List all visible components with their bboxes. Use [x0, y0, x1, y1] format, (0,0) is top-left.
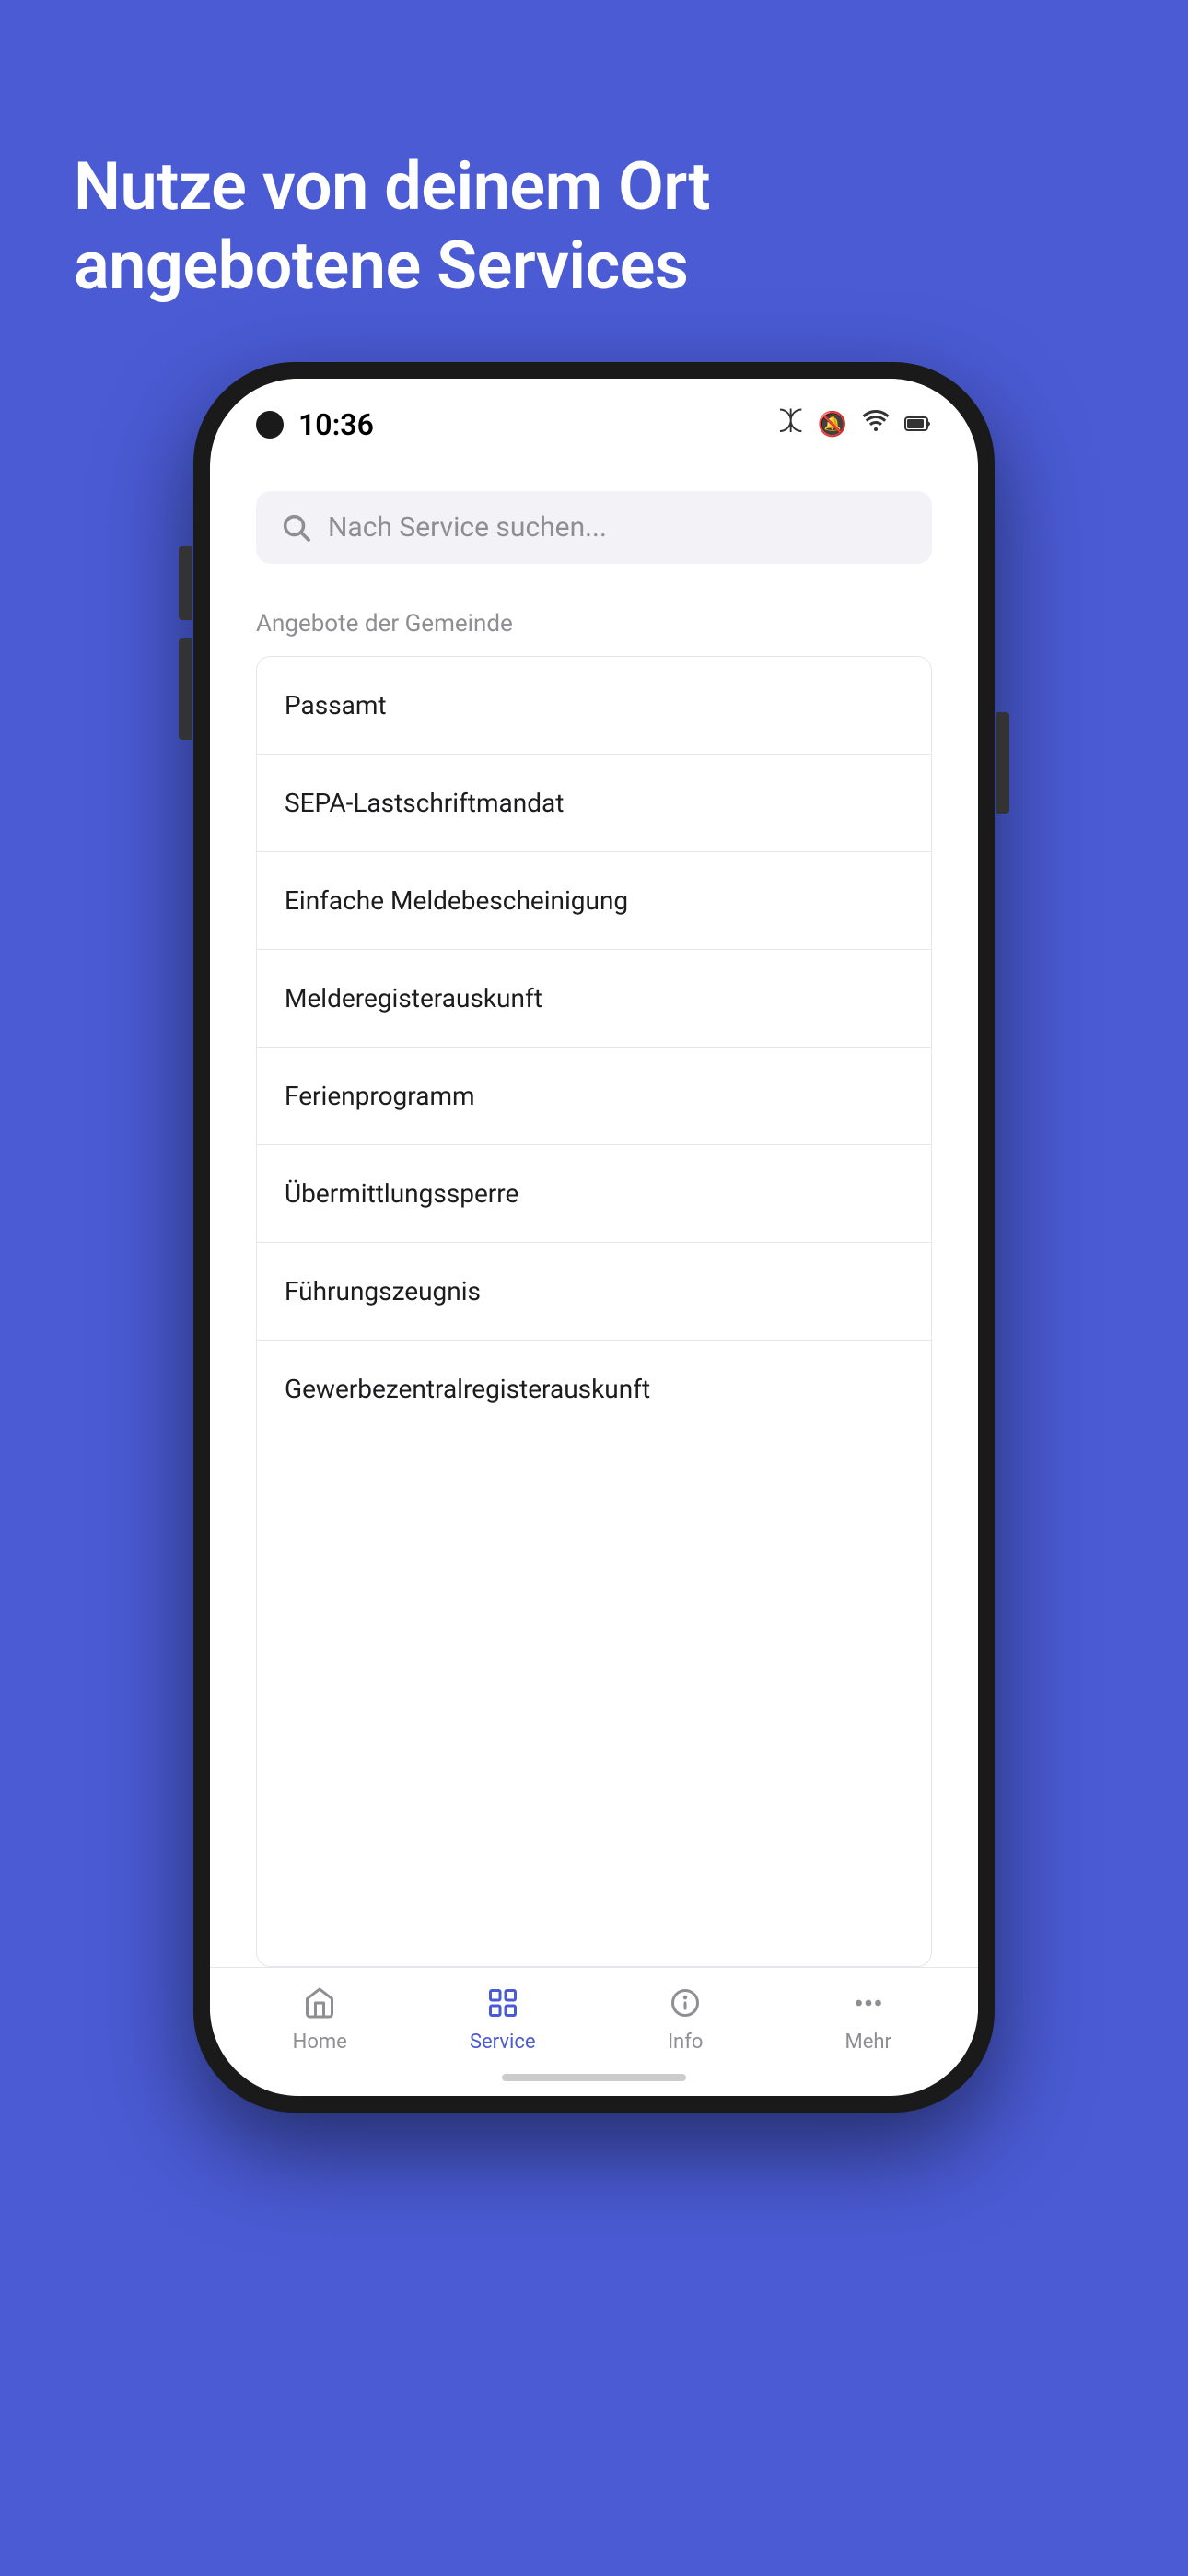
home-icon [303, 1986, 336, 2025]
service-item-fuehrungszeugnis[interactable]: Führungszeugnis [257, 1243, 931, 1341]
nav-item-service[interactable]: Service [448, 1986, 558, 2054]
service-list: Passamt SEPA-Lastschriftmandat Einfache … [256, 656, 932, 1967]
info-icon [669, 1986, 702, 2025]
clock-display: 10:36 [298, 407, 374, 442]
phone-wrapper: 10:36 ⯰ 🔕 [0, 362, 1188, 2576]
nav-label-info: Info [668, 2031, 703, 2054]
nav-label-service: Service [470, 2031, 536, 2054]
search-input[interactable]: Nach Service suchen... [328, 511, 607, 544]
phone-device: 10:36 ⯰ 🔕 [193, 362, 995, 2113]
service-item-ferienprogramm[interactable]: Ferienprogramm [257, 1048, 931, 1145]
screen-content: Nach Service suchen... Angebote der Geme… [210, 454, 978, 1967]
phone-screen: 10:36 ⯰ 🔕 [210, 379, 978, 2096]
nav-label-home: Home [293, 2031, 347, 2054]
headline-section: Nutze von deinem Ort angebotene Services [0, 0, 1188, 362]
volume-down-button [179, 638, 192, 712]
status-time-area: 10:36 [256, 407, 374, 442]
service-grid-icon [486, 1986, 519, 2025]
battery-icon [904, 411, 932, 439]
bell-off-icon: 🔕 [818, 411, 847, 439]
bottom-nav: Home Service [210, 1967, 978, 2063]
mehr-dots-icon [852, 1986, 885, 2025]
service-item-melderegister[interactable]: Melderegisterauskunft [257, 950, 931, 1048]
wifi-icon [862, 409, 890, 439]
camera-dot [256, 411, 284, 439]
nav-item-info[interactable]: Info [630, 1986, 740, 2054]
status-icons: ⯰ 🔕 [779, 404, 932, 445]
service-item-meldebescheinigung[interactable]: Einfache Meldebescheinigung [257, 852, 931, 950]
bluetooth-icon: ⯰ [779, 404, 803, 445]
search-icon [280, 511, 311, 543]
status-bar: 10:36 ⯰ 🔕 [210, 379, 978, 454]
search-bar[interactable]: Nach Service suchen... [256, 491, 932, 564]
section-label: Angebote der Gemeinde [256, 610, 932, 638]
service-item-gewerbezentral[interactable]: Gewerbezentralregisterauskunft [257, 1341, 931, 1437]
home-indicator [502, 2074, 686, 2081]
volume-up-button [179, 546, 192, 620]
service-item-passamt[interactable]: Passamt [257, 657, 931, 755]
nav-item-home[interactable]: Home [264, 1986, 375, 2054]
nav-label-mehr: Mehr [845, 2031, 891, 2054]
nav-item-mehr[interactable]: Mehr [813, 1986, 924, 2054]
service-item-uebermittlungssperre[interactable]: Übermittlungssperre [257, 1145, 931, 1243]
headline-text: Nutze von deinem Ort angebotene Services [74, 147, 1114, 307]
service-item-sepa[interactable]: SEPA-Lastschriftmandat [257, 755, 931, 852]
